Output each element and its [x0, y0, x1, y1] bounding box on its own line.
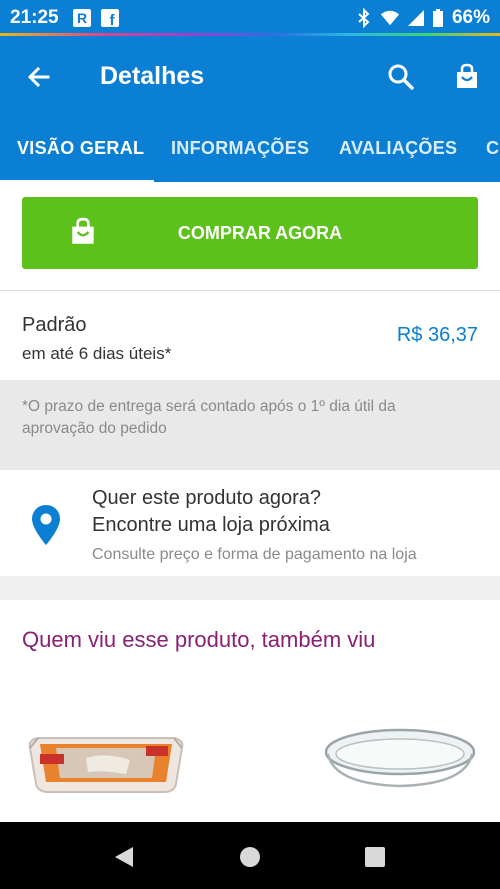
shipping-time: em até 6 dias úteis* [22, 344, 172, 363]
search-button[interactable] [384, 60, 418, 94]
nav-back-button[interactable] [111, 844, 137, 870]
signal-icon [406, 8, 426, 28]
recommended-product-2[interactable] [322, 724, 478, 794]
battery-percentage: 66% [451, 7, 490, 28]
tab-visao-geral[interactable]: VISÃO GERAL [17, 138, 144, 159]
tab-more[interactable]: C [486, 138, 499, 159]
recommended-product-1[interactable] [26, 726, 186, 796]
buy-section: COMPRAR AGORA [0, 182, 500, 282]
shipping-price: R$ 36,37 [396, 324, 478, 346]
bluetooth-icon [354, 8, 374, 28]
back-button[interactable] [22, 60, 56, 94]
store-find-nearby: Encontre uma loja próxima [92, 514, 330, 536]
buy-now-label: COMPRAR AGORA [177, 223, 343, 243]
nav-recents-button[interactable] [362, 844, 388, 870]
tab-avaliacoes[interactable]: AVALIAÇÕES [339, 138, 457, 159]
shipping-note-box: *O prazo de entrega será contado após o … [0, 380, 500, 470]
cart-button[interactable] [450, 60, 484, 94]
store-subtitle: Consulte preço e forma de pagamento na l… [92, 546, 417, 563]
tab-bar: VISÃO GERAL INFORMAÇÕES AVALIAÇÕES C [0, 132, 500, 182]
buy-now-button[interactable]: COMPRAR AGORA [22, 197, 478, 269]
arrow-back-icon [27, 66, 50, 88]
system-nav-bar [0, 822, 500, 889]
glass-baking-dish-image [28, 737, 184, 793]
glass-oval-dish-image [324, 728, 476, 788]
page-title: Detalhes [100, 62, 205, 90]
shipping-name: Padrão [22, 314, 87, 336]
svg-text:R: R [77, 10, 87, 26]
app-bar: Detalhes VISÃO GERAL INFORMAÇÕES AVALIAÇ… [0, 36, 500, 183]
nav-home-button[interactable] [237, 844, 263, 870]
divider [0, 290, 500, 291]
home-circle-icon [240, 847, 260, 867]
status-bar: 21:25 R f 66% [0, 0, 500, 36]
battery-icon [428, 8, 448, 28]
search-icon [388, 64, 414, 90]
recents-square-icon [365, 847, 385, 867]
shipping-option: Padrão em até 6 dias úteis* R$ 36,37 [0, 292, 500, 380]
store-finder[interactable]: Quer este produto agora? Encontre uma lo… [0, 472, 500, 576]
tab-informacoes[interactable]: INFORMAÇÕES [171, 138, 309, 159]
back-triangle-icon [115, 847, 133, 867]
r-app-icon: R [72, 8, 92, 28]
shopping-bag-icon [457, 63, 477, 88]
recommendations-title: Quem viu esse produto, também viu [22, 627, 376, 652]
location-pin-icon [32, 505, 60, 545]
section-separator [0, 576, 500, 600]
status-time: 21:25 [10, 7, 59, 28]
wifi-icon [380, 8, 400, 28]
store-question: Quer este produto agora? [92, 487, 322, 509]
shipping-note: *O prazo de entrega será contado após o … [22, 398, 396, 437]
facebook-icon: f [100, 8, 120, 28]
